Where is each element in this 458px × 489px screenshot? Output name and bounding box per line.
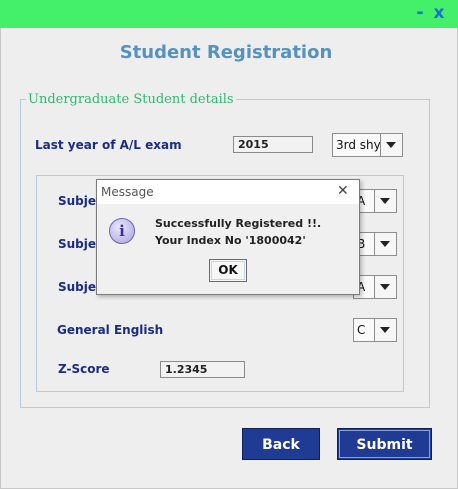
title-bar: - x <box>0 0 458 28</box>
back-button[interactable]: Back <box>242 428 320 460</box>
chevron-down-icon <box>380 241 390 247</box>
details-legend: Undergraduate Student details <box>26 92 236 107</box>
shy-dropdown-button[interactable] <box>380 134 402 156</box>
z-score-field[interactable]: 1.2345 <box>160 361 245 378</box>
page-title: Student Registration <box>119 42 333 63</box>
z-score-label: Z-Score <box>58 362 110 376</box>
subject-3-dropdown-button[interactable] <box>374 276 396 298</box>
shy-select-value: 3rd shy <box>336 138 381 152</box>
al-year-field[interactable]: 2015 <box>233 136 313 153</box>
submit-button[interactable]: Submit <box>337 428 432 460</box>
dialog-message-line2: Your Index No '1800042' <box>155 234 306 247</box>
general-english-grade-value: C <box>357 323 366 337</box>
general-english-grade-select[interactable]: C <box>353 318 397 342</box>
close-button[interactable]: x <box>430 4 448 22</box>
dialog-close-icon[interactable]: ✕ <box>337 183 349 199</box>
minimize-button[interactable]: - <box>412 4 428 22</box>
chevron-down-icon <box>386 142 396 148</box>
dialog-message-line1: Successfully Registered !!. <box>155 217 322 230</box>
subject-2-dropdown-button[interactable] <box>374 233 396 255</box>
chevron-down-icon <box>380 327 390 333</box>
message-dialog: Message ✕ i Successfully Registered !!. … <box>96 179 360 295</box>
chevron-down-icon <box>380 198 390 204</box>
shy-select[interactable]: 3rd shy <box>332 133 403 157</box>
dialog-title-bar: Message ✕ <box>97 180 359 204</box>
al-year-label: Last year of A/L exam <box>35 138 182 152</box>
general-english-label: General English <box>57 323 164 337</box>
subject-1-dropdown-button[interactable] <box>374 190 396 212</box>
chevron-down-icon <box>380 284 390 290</box>
info-icon: i <box>109 218 135 244</box>
ok-button[interactable]: OK <box>209 259 247 282</box>
dialog-title: Message <box>101 185 154 199</box>
general-english-dropdown-button[interactable] <box>374 319 396 341</box>
